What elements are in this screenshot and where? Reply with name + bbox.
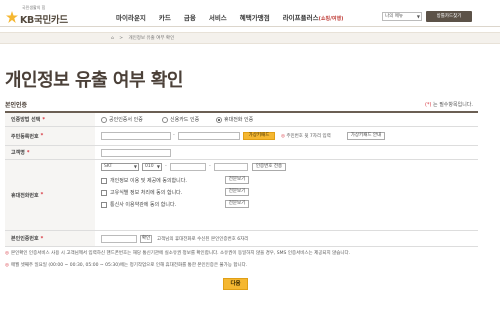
row-auth-code: 본인인증번호 * 확인 고객님의 휴대전화로 수신된 본인인증번호 6자리 [5,231,478,247]
nav-item-life-plus[interactable]: 라이프플러스(쇼핑/여행) [283,12,344,22]
resident-no-note: ◎ 주민번호 뒷 7자리 입력 [281,134,331,139]
next-button[interactable]: 다음 [223,278,248,290]
mobile-label: 휴대전화번호 * [5,160,95,230]
nav-item-card[interactable]: 카드 [159,12,171,22]
row-mobile: 휴대전화번호 * SKT ▼ 010 ▼ - - 인증번호 전송 개인정보 이용 및 … [5,160,478,231]
nav-item-finance[interactable]: 금융 [184,12,196,22]
keypad-guide-button[interactable]: 가상키패드 안내 [347,132,385,140]
page-title: 개인정보 유출 여부 확인 [5,70,183,91]
auth-code-input[interactable] [101,235,137,243]
radio-cert-auth[interactable]: 공인인증서 인증 [101,116,143,123]
row-auth-method: 인증방법 선택 * 공인인증서 인증 신용카드 인증 휴대전화 인증 [5,113,478,127]
view-unique-id-terms-button[interactable]: 전문보기 [225,188,249,196]
chevron-down-icon: ▼ [416,14,420,19]
customer-name-input[interactable] [101,149,171,157]
view-carrier-terms-button[interactable]: 전문보기 [225,200,249,208]
required-note: (*) 는 필수항목입니다. [425,102,473,108]
main-nav: 마이라운지 카드 금융 서비스 혜택가맹점 라이프플러스(쇼핑/여행) [116,12,356,22]
kb-star-icon [6,11,18,23]
auth-form: 인증방법 선택 * 공인인증서 인증 신용카드 인증 휴대전화 인증 주민등록번호… [5,111,478,247]
resident-no-front-input[interactable] [101,132,171,140]
family-site-button[interactable]: 방틀카드찾기 [426,11,472,22]
breadcrumb: ⌂ > 개인정보 유출 여부 확인 [111,35,178,41]
breadcrumb-bar: ⌂ > 개인정보 유출 여부 확인 [0,32,500,44]
notice-line: ◎ 본인확인 인증서비스 사용 시 고객님께서 입력하신 핸드폰번호는 해당 통신… [5,251,351,256]
agree-carrier-terms-checkbox[interactable]: 통신사 이용약관에 동의 합니다. [101,201,176,208]
carrier-select[interactable]: SKT ▼ [101,163,139,171]
customer-name-label: 고객명 * [5,146,95,159]
phone-prefix-select[interactable]: 010 ▼ [142,163,162,171]
nav-item-benefit-merchant[interactable]: 혜택가맹점 [240,12,270,22]
chevron-down-icon: ▼ [133,164,137,169]
notice-line: ◎ 매월 셋째주 일요일 (00:00 ~ 00:30, 05:00 ~ 05:3… [5,263,248,268]
info-icon: ◎ [5,251,9,256]
virtual-keypad-button[interactable]: 가상키패드 [243,132,275,140]
resident-no-label: 주민등록번호 * [5,127,95,145]
home-icon[interactable]: ⌂ [111,36,114,41]
row-customer-name: 고객명 * [5,146,478,160]
phone-last-input[interactable] [214,163,248,171]
radio-card-auth[interactable]: 신용카드 인증 [162,116,199,123]
view-personal-info-terms-button[interactable]: 전문보기 [225,176,249,184]
nav-item-my-lounge[interactable]: 마이라운지 [116,12,146,22]
send-auth-code-button[interactable]: 인증번호 전송 [252,163,286,171]
auth-code-confirm-button[interactable]: 확인 [140,235,152,243]
phone-middle-input[interactable] [170,163,206,171]
nav-item-life-plus-sub: (쇼핑/여행) [318,16,344,22]
chevron-down-icon: ▼ [156,164,160,169]
my-menu-select[interactable]: 나의 메뉴 ▼ [382,12,422,21]
logo-slogan: 국민생활의 힘 [22,5,46,10]
breadcrumb-separator: > [119,36,124,41]
info-icon: ◎ [5,263,9,268]
auth-code-note: 고객님의 휴대전화로 수신된 본인인증번호 6자리 [157,237,249,242]
radio-mobile-auth[interactable]: 휴대전화 인증 [216,116,253,123]
auth-method-label: 인증방법 선택 * [5,113,95,126]
auth-code-label: 본인인증번호 * [5,231,95,246]
row-resident-no: 주민등록번호 * - 가상키패드 ◎ 주민번호 뒷 7자리 입력 가상키패드 안내 [5,127,478,146]
kb-logo[interactable]: 국민생활의 힘 KB국민카드 [6,5,96,26]
agree-unique-id-checkbox[interactable]: 고유식별 정보 처리에 동의 합니다. [101,189,182,196]
logo-text: KB국민카드 [20,15,68,26]
breadcrumb-current[interactable]: 개인정보 유출 여부 확인 [129,36,175,41]
resident-no-back-input[interactable] [178,132,240,140]
nav-item-service[interactable]: 서비스 [209,12,227,22]
site-header: 국민생활의 힘 KB국민카드 마이라운지 카드 금융 서비스 혜택가맹점 라이프… [0,0,500,27]
section-title: 본인인증 [5,102,28,109]
agree-personal-info-checkbox[interactable]: 개인정보 이용 및 제공에 동의합니다. [101,177,187,184]
